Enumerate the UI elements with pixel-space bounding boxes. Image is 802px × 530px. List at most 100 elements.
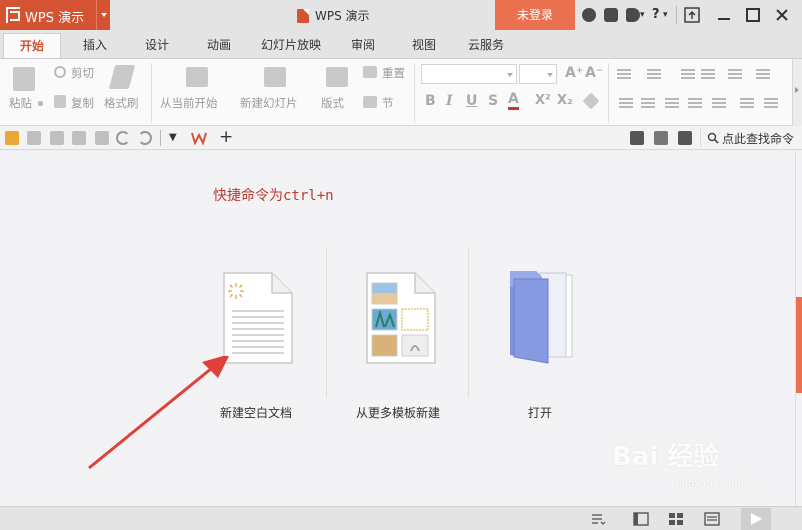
new-slide-button[interactable]: 新建幻灯片	[240, 95, 298, 111]
maximize-icon[interactable]	[744, 6, 762, 24]
open-file-label[interactable]: 打开	[470, 404, 610, 421]
new-tab-icon[interactable]: +	[219, 128, 233, 146]
slideshow-button[interactable]	[741, 508, 771, 530]
font-name-combo[interactable]	[421, 64, 517, 84]
reset-button[interactable]: 重置	[382, 65, 405, 81]
search-icon	[707, 132, 719, 144]
scissors-icon[interactable]	[54, 66, 66, 78]
slide-sorter-icon[interactable]	[668, 512, 684, 526]
tab-design[interactable]: 设计	[145, 36, 169, 53]
section-button[interactable]: 节	[382, 95, 394, 111]
cloud-icon[interactable]	[626, 8, 640, 22]
paste-icon[interactable]	[13, 67, 35, 91]
paste-dropdown-icon[interactable]	[38, 101, 43, 106]
subscript-button[interactable]: X₂	[557, 93, 573, 108]
open-folder-icon[interactable]	[5, 131, 19, 145]
help-icon[interactable]: ?	[652, 6, 660, 24]
format-painter-button[interactable]: 格式刷	[104, 95, 139, 111]
superscript-button[interactable]: X²	[535, 93, 551, 108]
print-preview-icon[interactable]	[95, 131, 109, 145]
play-from-current-icon[interactable]	[186, 67, 208, 87]
grow-font-button[interactable]: A⁺	[565, 65, 583, 81]
tab-review[interactable]: 审阅	[351, 36, 375, 53]
save-icon[interactable]	[27, 131, 41, 145]
undo-icon[interactable]	[116, 131, 130, 145]
underline-button[interactable]: U	[466, 93, 477, 109]
app-menu-button[interactable]: WPS 演示	[0, 0, 110, 30]
decrease-indent-icon[interactable]	[681, 69, 695, 79]
help-dropdown-icon[interactable]: ▾	[663, 6, 668, 24]
cut-button[interactable]: 剪切	[71, 65, 94, 81]
font-size-combo[interactable]	[519, 64, 557, 84]
redo-icon[interactable]	[138, 131, 152, 145]
option-divider	[468, 248, 469, 398]
layout-button[interactable]: 版式	[321, 95, 344, 111]
print-icon[interactable]	[72, 131, 86, 145]
window-title: WPS 演示	[297, 7, 370, 24]
notes-dropdown-icon[interactable]	[590, 512, 606, 526]
bullets-icon[interactable]	[617, 69, 631, 79]
side-panel-toggle[interactable]	[796, 297, 802, 393]
align-left-icon[interactable]	[619, 98, 633, 108]
line-spacing-icon[interactable]	[728, 69, 742, 79]
shortcut-hint: 快捷命令为ctrl+n	[213, 188, 334, 204]
justify-icon[interactable]	[688, 98, 702, 108]
new-blank-document-icon[interactable]	[222, 271, 294, 365]
skin-icon[interactable]	[582, 8, 596, 22]
clear-format-icon[interactable]	[582, 92, 600, 110]
minimize-icon[interactable]	[715, 6, 733, 24]
wps-tab-icon[interactable]	[191, 131, 207, 145]
bold-button[interactable]: B	[425, 93, 436, 109]
find-command-box[interactable]: 点此查找命令	[700, 129, 798, 147]
numbering-icon[interactable]	[647, 69, 661, 79]
baidu-watermark-url: jingyan.baidu.com	[676, 478, 769, 489]
brush-icon[interactable]	[108, 65, 136, 89]
tab-view[interactable]: 视图	[412, 36, 436, 53]
side-panel-edge	[795, 151, 802, 506]
app-menu-dropdown-icon[interactable]	[96, 0, 110, 30]
play-icon[interactable]	[630, 131, 644, 145]
layout-icon[interactable]	[326, 67, 348, 87]
comment-icon[interactable]	[678, 131, 692, 145]
columns-icon[interactable]	[764, 98, 778, 108]
tools-icon[interactable]	[654, 131, 668, 145]
template-document-icon[interactable]	[365, 271, 437, 365]
tab-insert[interactable]: 插入	[83, 36, 107, 53]
reset-icon[interactable]	[363, 66, 377, 78]
close-icon[interactable]	[773, 6, 791, 24]
annotation-arrow	[88, 356, 229, 470]
paste-button[interactable]: 粘贴	[9, 95, 32, 111]
copy-button[interactable]: 复制	[71, 95, 94, 111]
increase-indent-icon[interactable]	[701, 69, 715, 79]
restore-icon[interactable]	[683, 6, 701, 24]
strikethrough-button[interactable]: S	[488, 93, 498, 109]
align-right-icon[interactable]	[665, 98, 679, 108]
distribute-icon[interactable]	[712, 98, 726, 108]
new-slide-icon[interactable]	[264, 67, 286, 87]
tab-cloud-service[interactable]: 云服务	[468, 36, 504, 53]
wps-logo-icon	[6, 7, 20, 23]
tab-slideshow[interactable]: 幻灯片放映	[261, 36, 321, 53]
tab-animation[interactable]: 动画	[207, 36, 231, 53]
export-pdf-icon[interactable]	[50, 131, 64, 145]
tab-home[interactable]: 开始	[3, 33, 61, 58]
italic-button[interactable]: I	[446, 93, 453, 109]
font-color-button[interactable]: A	[508, 92, 519, 110]
text-direction-icon[interactable]	[756, 69, 770, 79]
customize-dropdown-icon[interactable]: ▼	[169, 129, 177, 147]
align-center-icon[interactable]	[641, 98, 655, 108]
ribbon-scroll-right[interactable]	[792, 59, 802, 127]
reading-view-icon[interactable]	[704, 512, 720, 526]
cloud-dropdown-icon[interactable]: ▾	[640, 6, 645, 24]
from-current-button[interactable]: 从当前开始	[160, 95, 218, 111]
cube-icon[interactable]	[604, 8, 618, 22]
shrink-font-button[interactable]: A⁻	[585, 65, 603, 81]
section-icon[interactable]	[363, 96, 377, 108]
copy-icon[interactable]	[54, 95, 66, 108]
ribbon-separator	[151, 63, 152, 123]
open-folder-large-icon[interactable]	[506, 269, 580, 365]
login-button[interactable]: 未登录	[495, 0, 575, 30]
normal-view-icon[interactable]	[633, 512, 649, 526]
new-from-template-label[interactable]: 从更多模板新建	[328, 404, 468, 421]
vertical-align-icon[interactable]	[740, 98, 754, 108]
